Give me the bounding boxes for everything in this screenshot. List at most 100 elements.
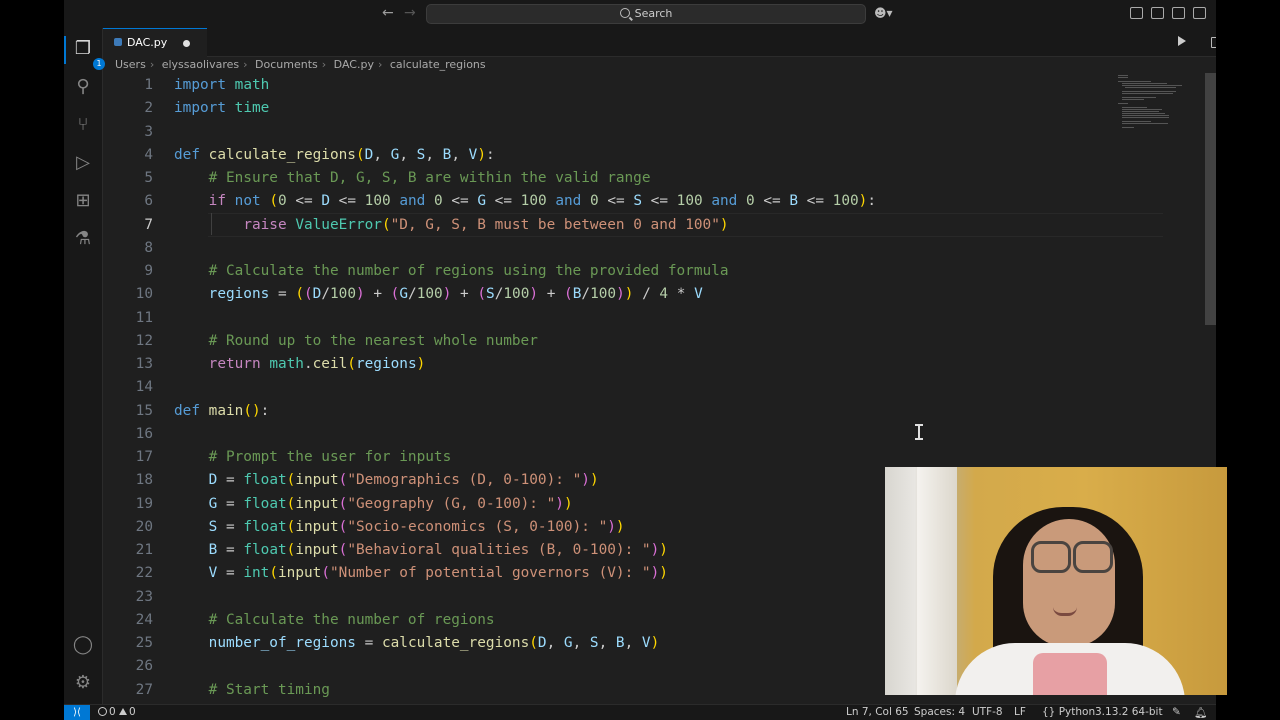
code-line[interactable]: 11 xyxy=(103,307,1163,330)
remote-indicator-icon[interactable]: ⟩⟨ xyxy=(64,705,90,720)
code-line[interactable]: 1 import math xyxy=(103,74,1163,97)
warning-icon xyxy=(119,708,128,715)
line-number[interactable]: 23 xyxy=(103,586,153,609)
python-file-icon xyxy=(114,38,122,46)
minimap-line xyxy=(1121,91,1176,92)
line-number[interactable]: 22 xyxy=(103,562,153,585)
line-number[interactable]: 1 xyxy=(103,74,153,97)
testing-icon[interactable]: ⚗ xyxy=(73,228,93,249)
code-line[interactable]: 10 regions = ((D/100) + (G/100) + (S/100… xyxy=(103,283,1163,306)
line-number[interactable]: 17 xyxy=(103,446,153,469)
command-center-search[interactable]: Search xyxy=(426,4,866,24)
line-number[interactable]: 18 xyxy=(103,469,153,492)
breadcrumb-item[interactable]: DAC.py xyxy=(334,58,374,71)
toggle-secondary-sidebar-icon[interactable] xyxy=(1193,7,1206,19)
forward-arrow-icon[interactable]: → xyxy=(404,5,416,21)
customize-layout-icon[interactable] xyxy=(1130,7,1143,19)
code-line[interactable]: 9 # Calculate the number of regions usin… xyxy=(103,260,1163,283)
webcam-overlay xyxy=(885,467,1227,695)
code-line[interactable]: 2 import time xyxy=(103,97,1163,120)
code-text: def main(): xyxy=(174,402,270,419)
line-number[interactable]: 20 xyxy=(103,516,153,539)
code-line[interactable]: 8 xyxy=(103,237,1163,260)
language-mode[interactable]: {} Python xyxy=(1042,706,1095,718)
line-number[interactable]: 21 xyxy=(103,539,153,562)
code-line[interactable]: 15 def main(): xyxy=(103,400,1163,423)
back-arrow-icon[interactable]: ← xyxy=(382,5,394,21)
line-number[interactable]: 27 xyxy=(103,679,153,702)
code-line[interactable]: 12 # Round up to the nearest whole numbe… xyxy=(103,330,1163,353)
run-python-file-icon[interactable] xyxy=(1178,36,1186,46)
status-bar: ⟩⟨ 0 0 Ln 7, Col 65 Spaces: 4 UTF-8 LF {… xyxy=(64,704,1216,720)
minimap-line xyxy=(1121,85,1182,86)
encoding[interactable]: UTF-8 xyxy=(972,706,1003,718)
unsaved-dot-icon[interactable] xyxy=(183,40,190,47)
tab-dac-py[interactable]: DAC.py xyxy=(103,28,207,57)
line-number[interactable]: 16 xyxy=(103,423,153,446)
breadcrumb-item[interactable]: Documents xyxy=(255,58,318,71)
code-line[interactable]: 4 def calculate_regions(D, G, S, B, V): xyxy=(103,144,1163,167)
problems-indicator[interactable]: 0 0 xyxy=(98,706,136,718)
minimap[interactable] xyxy=(1118,73,1188,193)
line-number[interactable]: 12 xyxy=(103,330,153,353)
code-line[interactable]: 6 if not (0 <= D <= 100 and 0 <= G <= 10… xyxy=(103,190,1163,213)
code-line[interactable]: 7 raise ValueError("D, G, S, B must be b… xyxy=(103,214,1163,237)
glasses-right-lens xyxy=(1073,541,1113,573)
breadcrumb-item[interactable]: Users xyxy=(115,58,146,71)
breadcrumb: Users › elyssaolivares › Documents › DAC.py… xyxy=(115,58,490,72)
line-number[interactable]: 5 xyxy=(103,167,153,190)
python-interpreter[interactable]: 3.13.2 64-bit xyxy=(1095,706,1163,718)
scrollbar-thumb[interactable] xyxy=(1205,73,1216,325)
line-number[interactable]: 19 xyxy=(103,493,153,516)
minimap-line xyxy=(1121,115,1170,116)
manage-gear-icon[interactable]: ⚙ xyxy=(73,672,93,693)
language-label: Python xyxy=(1058,706,1096,718)
line-number[interactable]: 14 xyxy=(103,376,153,399)
breadcrumb-item[interactable]: elyssaolivares xyxy=(162,58,239,71)
toggle-panel-icon[interactable] xyxy=(1172,7,1185,19)
search-view-icon[interactable]: ⚲ xyxy=(73,76,93,97)
code-line[interactable]: 5 # Ensure that D, G, S, B are within th… xyxy=(103,167,1163,190)
text-cursor-icon xyxy=(915,424,923,440)
minimap-line xyxy=(1118,103,1128,104)
line-number[interactable]: 9 xyxy=(103,260,153,283)
line-number[interactable]: 10 xyxy=(103,283,153,306)
tab-label: DAC.py xyxy=(127,36,168,49)
line-number[interactable]: 25 xyxy=(103,632,153,655)
feedback-icon[interactable]: ✎ xyxy=(1172,706,1181,718)
cursor-position[interactable]: Ln 7, Col 65 xyxy=(846,706,909,718)
code-line[interactable]: 13 return math.ceil(regions) xyxy=(103,353,1163,376)
line-number[interactable]: 15 xyxy=(103,400,153,423)
indentation[interactable]: Spaces: 4 xyxy=(914,706,965,718)
copilot-icon[interactable]: ☻▾ xyxy=(874,6,893,20)
line-number[interactable]: 24 xyxy=(103,609,153,632)
account-icon[interactable]: ◯ xyxy=(73,634,93,655)
code-line[interactable]: 17 # Prompt the user for inputs xyxy=(103,446,1163,469)
line-number[interactable]: 11 xyxy=(103,307,153,330)
source-control-icon[interactable]: ⑂ xyxy=(73,114,93,135)
line-number[interactable]: 7 xyxy=(103,214,153,237)
search-icon xyxy=(619,8,630,18)
code-text: G = float(input("Geography (G, 0-100): "… xyxy=(208,495,573,512)
braces-icon: {} xyxy=(1042,706,1056,718)
line-number[interactable]: 13 xyxy=(103,353,153,376)
line-number[interactable]: 2 xyxy=(103,97,153,120)
code-text: import time xyxy=(174,100,270,117)
code-line[interactable]: 3 xyxy=(103,121,1163,144)
line-number[interactable]: 26 xyxy=(103,655,153,678)
minimap-line xyxy=(1125,87,1176,88)
extensions-icon[interactable]: ⊞ xyxy=(73,190,93,211)
run-debug-icon[interactable]: ▷ xyxy=(73,152,93,173)
end-of-line[interactable]: LF xyxy=(1014,706,1026,718)
breadcrumb-item[interactable]: calculate_regions xyxy=(390,58,486,71)
explorer-icon[interactable]: ❐ 1 xyxy=(73,38,105,70)
notifications-bell-icon[interactable]: 🔔︎ xyxy=(1194,706,1207,719)
line-number[interactable]: 3 xyxy=(103,121,153,144)
toggle-sidebar-icon[interactable] xyxy=(1151,7,1164,19)
line-number[interactable]: 8 xyxy=(103,237,153,260)
code-line[interactable]: 16 xyxy=(103,423,1163,446)
code-line[interactable]: 14 xyxy=(103,376,1163,399)
line-number[interactable]: 6 xyxy=(103,190,153,213)
split-editor-icon[interactable] xyxy=(1211,37,1216,48)
line-number[interactable]: 4 xyxy=(103,144,153,167)
